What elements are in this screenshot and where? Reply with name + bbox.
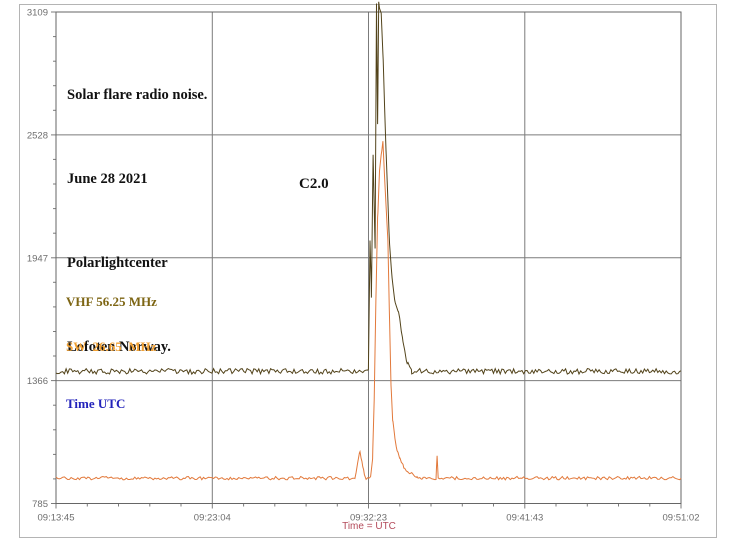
- x-tick-label: 09:51:02: [663, 513, 700, 524]
- y-tick-label: 1947: [27, 253, 48, 264]
- y-tick-label: 3109: [27, 8, 48, 19]
- chart-legend: VHF 56.25 MHz SW 26.65 MHz Time UTC: [66, 264, 157, 441]
- x-tick-label: 09:23:04: [194, 513, 231, 524]
- solar-flare-chart-page: 09:13:45 09:23:04 09:32:23 09:41:43 09:51:02…: [0, 0, 730, 548]
- legend-vhf: VHF 56.25 MHz: [66, 294, 157, 309]
- flare-class-label: C2.0: [299, 176, 329, 192]
- title-line-1: Solar flare radio noise.: [67, 87, 208, 103]
- title-line-2: June 28 2021: [67, 171, 148, 187]
- x-tick-label: 09:13:45: [38, 513, 75, 524]
- legend-time: Time UTC: [66, 396, 126, 411]
- y-tick-label: 785: [32, 499, 48, 510]
- y-tick-label: 1366: [27, 376, 48, 387]
- y-tick-label: 2528: [27, 130, 48, 141]
- legend-sw: SW 26.65 MHz: [66, 339, 157, 354]
- x-tick-label: 09:41:43: [506, 513, 543, 524]
- x-axis-note: Time = UTC: [342, 521, 396, 532]
